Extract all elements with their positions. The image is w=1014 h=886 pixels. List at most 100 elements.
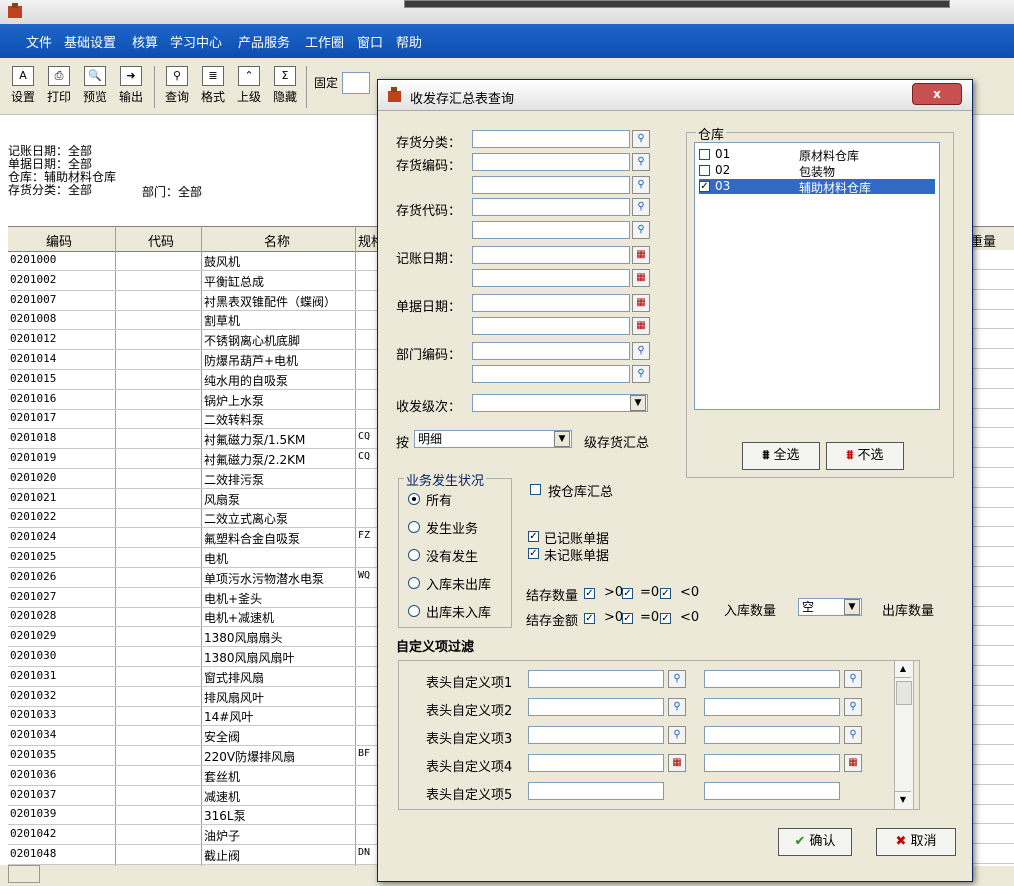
table-row[interactable]: 0201000 鼓风机 — [8, 251, 380, 271]
table-row[interactable]: 0201031 窗式排风扇 — [8, 667, 380, 687]
table-row[interactable]: 0201035 220V防爆排风扇 BF — [8, 746, 380, 766]
col-daima[interactable]: 代码 — [148, 231, 174, 250]
table-row[interactable]: 0201007 衬黑表双锥配件（蝶阀） — [8, 291, 380, 311]
dept-code-from-search-icon[interactable]: ⚲ — [632, 342, 650, 360]
unposted-checkbox[interactable]: ✓ — [528, 548, 539, 559]
table-row[interactable]: 0201028 电机+减速机 — [8, 607, 380, 628]
ok-button[interactable]: ✔ 确认 — [778, 828, 852, 856]
radio-occurred[interactable] — [408, 521, 420, 533]
preview-button[interactable]: 🔍 预览 — [80, 64, 110, 110]
custom-item-4-from-calendar-icon[interactable]: ▦ — [668, 754, 686, 772]
table-row[interactable]: 0201026 单项污水污物潜水电泵 WQ — [8, 568, 380, 588]
warehouse-03-checkbox[interactable]: ✓ — [699, 181, 710, 192]
custom-item-1-from-search-icon[interactable]: ⚲ — [668, 670, 686, 688]
table-row[interactable]: 0201036 套丝机 — [8, 766, 380, 786]
in-qty-dropdown-icon[interactable]: ▼ — [844, 599, 860, 615]
fixed-columns-input[interactable] — [342, 72, 370, 94]
radio-out-not-in[interactable] — [408, 605, 420, 617]
table-row[interactable]: 0201032 排风扇风叶 — [8, 687, 380, 707]
table-row[interactable]: 0201025 电机 — [8, 548, 380, 568]
doc-date-from-calendar-icon[interactable]: ▦ — [632, 294, 650, 312]
bal-qty-eq0-checkbox[interactable]: ✓ — [622, 588, 633, 599]
doc-date-from-input[interactable] — [472, 294, 630, 312]
post-date-to-input[interactable] — [472, 269, 630, 287]
inv-daima-from-search-icon[interactable]: ⚲ — [632, 198, 650, 216]
level-select[interactable] — [472, 394, 648, 412]
inv-code-to-search-icon[interactable]: ⚲ — [632, 176, 650, 194]
table-row[interactable]: 0201012 不锈钢离心机底脚 — [8, 330, 380, 351]
table-row[interactable]: 0201033 14#风叶 — [8, 706, 380, 727]
doc-date-to-input[interactable] — [472, 317, 630, 335]
select-all-button[interactable]: ⩩ 全选 — [742, 442, 820, 470]
menu-basic-settings[interactable]: 基础设置 — [64, 32, 116, 51]
custom-item-3-to-search-icon[interactable]: ⚲ — [844, 726, 862, 744]
table-row[interactable]: 0201002 平衡缸总成 — [8, 271, 380, 291]
scroll-down-icon[interactable]: ▼ — [895, 791, 911, 808]
table-row[interactable]: 0201039 316L泵 — [8, 805, 380, 826]
table-row[interactable]: 0201030 1380风扇风扇叶 — [8, 647, 380, 667]
inv-class-input[interactable] — [472, 130, 630, 148]
inv-code-from-search-icon[interactable]: ⚲ — [632, 153, 650, 171]
table-row[interactable]: 0201027 电机+釜头 — [8, 588, 380, 608]
custom-item-4-to-input[interactable] — [704, 754, 840, 772]
print-button[interactable]: ⎙ 打印 — [44, 64, 74, 110]
dept-code-from-input[interactable] — [472, 342, 630, 360]
table-row[interactable]: 0201019 衬氟磁力泵/2.2KM CQ — [8, 449, 380, 469]
scroll-thumb[interactable] — [896, 681, 912, 705]
custom-item-1-to-search-icon[interactable]: ⚲ — [844, 670, 862, 688]
custom-item-2-to-search-icon[interactable]: ⚲ — [844, 698, 862, 716]
bal-qty-gt0-checkbox[interactable]: ✓ — [584, 588, 595, 599]
table-row[interactable]: 0201034 安全阀 — [8, 726, 380, 747]
table-row[interactable]: 0201029 1380风扇扇头 — [8, 627, 380, 648]
table-row[interactable]: 0201022 二效立式离心泵 — [8, 508, 380, 529]
warehouse-row-02[interactable]: 02 包装物 — [699, 163, 935, 179]
table-row[interactable]: 0201014 防爆吊葫芦+电机 — [8, 350, 380, 370]
inv-class-search-icon[interactable]: ⚲ — [632, 130, 650, 148]
cancel-button[interactable]: ✖ 取消 — [876, 828, 956, 856]
custom-item-5-to-input[interactable] — [704, 782, 840, 800]
col-name[interactable]: 名称 — [264, 231, 290, 250]
bal-qty-lt0-checkbox[interactable]: ✓ — [660, 588, 671, 599]
inv-code-from-input[interactable] — [472, 153, 630, 171]
dept-code-to-input[interactable] — [472, 365, 630, 383]
table-row[interactable]: 0201021 风扇泵 — [8, 489, 380, 509]
table-row[interactable]: 0201016 锅炉上水泵 — [8, 390, 380, 410]
warehouse-02-checkbox[interactable] — [699, 165, 710, 176]
custom-item-3-from-input[interactable] — [528, 726, 664, 744]
table-row[interactable]: 0201008 割草机 — [8, 310, 380, 331]
horizontal-scrollbar[interactable] — [8, 865, 40, 883]
warehouse-row-03[interactable]: ✓ 03 辅助材料仓库 — [699, 179, 935, 195]
custom-item-4-to-calendar-icon[interactable]: ▦ — [844, 754, 862, 772]
inv-daima-from-input[interactable] — [472, 198, 630, 216]
level-dropdown-icon[interactable]: ▼ — [630, 395, 646, 411]
radio-not-occurred[interactable] — [408, 549, 420, 561]
inv-daima-to-search-icon[interactable]: ⚲ — [632, 221, 650, 239]
custom-filter-scrollbar[interactable]: ▲ ▼ — [894, 660, 914, 810]
table-row[interactable]: 0201048 截止阀 DN — [8, 845, 380, 865]
export-button[interactable]: ➜ 输出 — [116, 64, 146, 110]
table-row[interactable]: 0201018 衬氟磁力泵/1.5KM CQ — [8, 429, 380, 450]
menu-accounting[interactable]: 核算 — [132, 32, 158, 51]
post-date-to-calendar-icon[interactable]: ▦ — [632, 269, 650, 287]
posted-checkbox[interactable]: ✓ — [528, 531, 539, 542]
by-level-select[interactable]: 明细 — [414, 430, 572, 448]
warehouse-row-01[interactable]: 01 原材料仓库 — [699, 147, 935, 163]
post-date-from-input[interactable] — [472, 246, 630, 264]
bal-amt-lt0-checkbox[interactable]: ✓ — [660, 613, 671, 624]
settings-button[interactable]: A 设置 — [8, 64, 38, 110]
menu-learning[interactable]: 学习中心 — [170, 32, 222, 51]
custom-item-3-from-search-icon[interactable]: ⚲ — [668, 726, 686, 744]
menu-products[interactable]: 产品服务 — [238, 32, 290, 51]
post-date-from-calendar-icon[interactable]: ▦ — [632, 246, 650, 264]
bal-amt-eq0-checkbox[interactable]: ✓ — [622, 613, 633, 624]
menu-workcircle[interactable]: 工作圈 — [305, 32, 344, 51]
menu-window[interactable]: 窗口 — [357, 32, 383, 51]
query-button[interactable]: ⚲ 查询 — [162, 64, 192, 110]
col-weight[interactable]: 重量 — [970, 231, 996, 250]
menu-help[interactable]: 帮助 — [396, 32, 422, 51]
custom-item-2-from-search-icon[interactable]: ⚲ — [668, 698, 686, 716]
by-warehouse-checkbox[interactable] — [530, 484, 541, 495]
table-row[interactable]: 0201024 氟塑料合金自吸泵 FZ — [8, 528, 380, 549]
table-row[interactable]: 0201042 油炉子 — [8, 825, 380, 846]
dept-code-to-search-icon[interactable]: ⚲ — [632, 365, 650, 383]
